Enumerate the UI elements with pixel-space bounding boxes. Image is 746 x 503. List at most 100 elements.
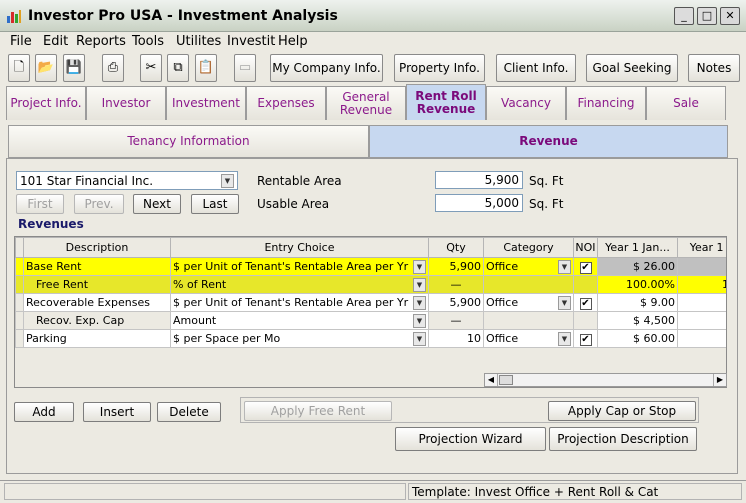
- qty-cell[interactable]: —: [428, 311, 484, 330]
- menu-investit[interactable]: Investit: [227, 34, 275, 49]
- tab-investor[interactable]: Investor: [86, 86, 166, 120]
- category-cell[interactable]: Office ▼: [483, 293, 574, 312]
- new-file-icon[interactable]: 🗋: [8, 54, 30, 82]
- tab-general-revenue[interactable]: General Revenue: [326, 86, 406, 120]
- year1-jan-cell[interactable]: $ 9.00: [597, 293, 678, 312]
- my-company-info-button[interactable]: My Company Info.: [270, 54, 383, 82]
- prev-button[interactable]: Prev.: [74, 194, 124, 214]
- projection-wizard-button[interactable]: Projection Wizard: [395, 427, 546, 451]
- open-folder-icon[interactable]: 📂: [35, 54, 57, 82]
- year1-feb-cell[interactable]: $: [677, 311, 726, 330]
- apply-free-rent-button[interactable]: Apply Free Rent: [244, 401, 392, 421]
- row-marker[interactable]: [15, 293, 24, 312]
- calculator-icon[interactable]: ▭: [234, 54, 256, 82]
- entry-choice-cell[interactable]: $ per Unit of Tenant's Rentable Area per…: [170, 293, 429, 312]
- tab-project-info[interactable]: Project Info.: [6, 86, 86, 120]
- description-cell[interactable]: Recov. Exp. Cap: [23, 311, 171, 330]
- year1-jan-cell[interactable]: $ 60.00: [597, 329, 678, 348]
- minimize-button[interactable]: _: [674, 7, 694, 25]
- year1-jan-cell[interactable]: 100.00%: [597, 275, 678, 294]
- subtab-tenancy-information[interactable]: Tenancy Information: [8, 125, 369, 158]
- chevron-down-icon[interactable]: ▼: [413, 295, 426, 310]
- scroll-right-icon[interactable]: ▶: [713, 374, 726, 386]
- row-marker[interactable]: [15, 257, 24, 276]
- property-info-button[interactable]: Property Info.: [394, 54, 485, 82]
- cut-icon[interactable]: ✂: [140, 54, 162, 82]
- noi-checkbox[interactable]: ✔: [579, 333, 592, 346]
- chevron-down-icon[interactable]: ▼: [413, 277, 426, 292]
- entry-choice-cell[interactable]: $ per Space per Mo ▼: [170, 329, 429, 348]
- menu-file[interactable]: File: [10, 34, 32, 49]
- table-row[interactable]: Recoverable Expenses $ per Unit of Tenan…: [15, 293, 726, 312]
- tenant-select[interactable]: 101 Star Financial Inc. ▼: [16, 171, 238, 190]
- menu-tools[interactable]: Tools: [132, 34, 164, 49]
- column-header-qty[interactable]: Qty: [428, 237, 484, 258]
- year1-jan-cell[interactable]: $ 26.00: [597, 257, 678, 276]
- description-cell[interactable]: Base Rent: [23, 257, 171, 276]
- description-cell[interactable]: Recoverable Expenses: [23, 293, 171, 312]
- table-row[interactable]: Parking $ per Space per Mo ▼ 10 Office ▼ ✔…: [15, 329, 726, 348]
- year1-feb-cell[interactable]: $: [677, 329, 726, 348]
- entry-choice-cell[interactable]: $ per Unit of Tenant's Rentable Area per…: [170, 257, 429, 276]
- table-row[interactable]: Recov. Exp. Cap Amount ▼ — $ 4,500 $: [15, 311, 726, 330]
- table-row[interactable]: Free Rent % of Rent ▼ — 100.00% 100: [15, 275, 726, 294]
- tab-financing[interactable]: Financing: [566, 86, 646, 120]
- paste-icon[interactable]: 📋: [195, 54, 217, 82]
- column-header-year1-jan[interactable]: Year 1 Jan...: [597, 237, 678, 258]
- last-button[interactable]: Last: [191, 194, 239, 214]
- tab-rent-roll-revenue[interactable]: Rent Roll Revenue: [406, 84, 486, 120]
- apply-cap-or-stop-button[interactable]: Apply Cap or Stop: [548, 401, 696, 421]
- description-cell[interactable]: Parking: [23, 329, 171, 348]
- chevron-down-icon[interactable]: ▼: [413, 259, 426, 274]
- first-button[interactable]: First: [16, 194, 64, 214]
- row-marker[interactable]: [15, 311, 24, 330]
- description-cell[interactable]: Free Rent: [23, 275, 171, 294]
- client-info-button[interactable]: Client Info.: [496, 54, 576, 82]
- horizontal-scrollbar[interactable]: ◀ ▶: [484, 373, 727, 387]
- category-cell[interactable]: Office ▼: [483, 257, 574, 276]
- notes-button[interactable]: Notes: [688, 54, 740, 82]
- column-header-year1-feb[interactable]: Year 1 F: [677, 237, 726, 258]
- rentable-area-input[interactable]: 5,900: [435, 171, 523, 189]
- tab-investment[interactable]: Investment: [166, 86, 246, 120]
- goal-seeking-button[interactable]: Goal Seeking: [586, 54, 678, 82]
- chevron-down-icon[interactable]: ▼: [558, 295, 571, 310]
- chevron-down-icon[interactable]: ▼: [413, 313, 426, 328]
- year1-feb-cell[interactable]: 100: [677, 275, 726, 294]
- close-button[interactable]: ✕: [720, 7, 740, 25]
- print-icon[interactable]: ⎙: [102, 54, 124, 82]
- projection-description-button[interactable]: Projection Description: [549, 427, 697, 451]
- entry-choice-cell[interactable]: % of Rent ▼: [170, 275, 429, 294]
- maximize-button[interactable]: □: [697, 7, 717, 25]
- next-button[interactable]: Next: [133, 194, 181, 214]
- category-cell[interactable]: [483, 311, 574, 330]
- menu-reports[interactable]: Reports: [76, 34, 126, 49]
- column-header-entry-choice[interactable]: Entry Choice: [170, 237, 429, 258]
- year1-feb-cell[interactable]: $: [677, 293, 726, 312]
- category-cell[interactable]: [483, 275, 574, 294]
- row-marker[interactable]: [15, 275, 24, 294]
- column-header-description[interactable]: Description: [23, 237, 171, 258]
- menu-help[interactable]: Help: [278, 34, 308, 49]
- delete-button[interactable]: Delete: [157, 402, 221, 422]
- column-header-category[interactable]: Category: [483, 237, 574, 258]
- add-button[interactable]: Add: [14, 402, 74, 422]
- scroll-thumb[interactable]: [499, 375, 513, 385]
- entry-choice-cell[interactable]: Amount ▼: [170, 311, 429, 330]
- tab-sale[interactable]: Sale: [646, 86, 726, 120]
- noi-checkbox[interactable]: ✔: [579, 297, 592, 310]
- insert-button[interactable]: Insert: [83, 402, 151, 422]
- qty-cell[interactable]: 5,900: [428, 293, 484, 312]
- noi-cell[interactable]: ✔: [573, 293, 598, 312]
- row-marker[interactable]: [15, 329, 24, 348]
- year1-feb-cell[interactable]: $: [677, 257, 726, 276]
- usable-area-input[interactable]: 5,000: [435, 194, 523, 212]
- save-icon[interactable]: 💾: [63, 54, 85, 82]
- noi-checkbox[interactable]: ✔: [579, 261, 592, 274]
- noi-cell[interactable]: ✔: [573, 257, 598, 276]
- qty-cell[interactable]: 10: [428, 329, 484, 348]
- tab-vacancy[interactable]: Vacancy: [486, 86, 566, 120]
- subtab-revenue[interactable]: Revenue: [369, 125, 728, 158]
- scroll-left-icon[interactable]: ◀: [485, 374, 498, 386]
- year1-jan-cell[interactable]: $ 4,500: [597, 311, 678, 330]
